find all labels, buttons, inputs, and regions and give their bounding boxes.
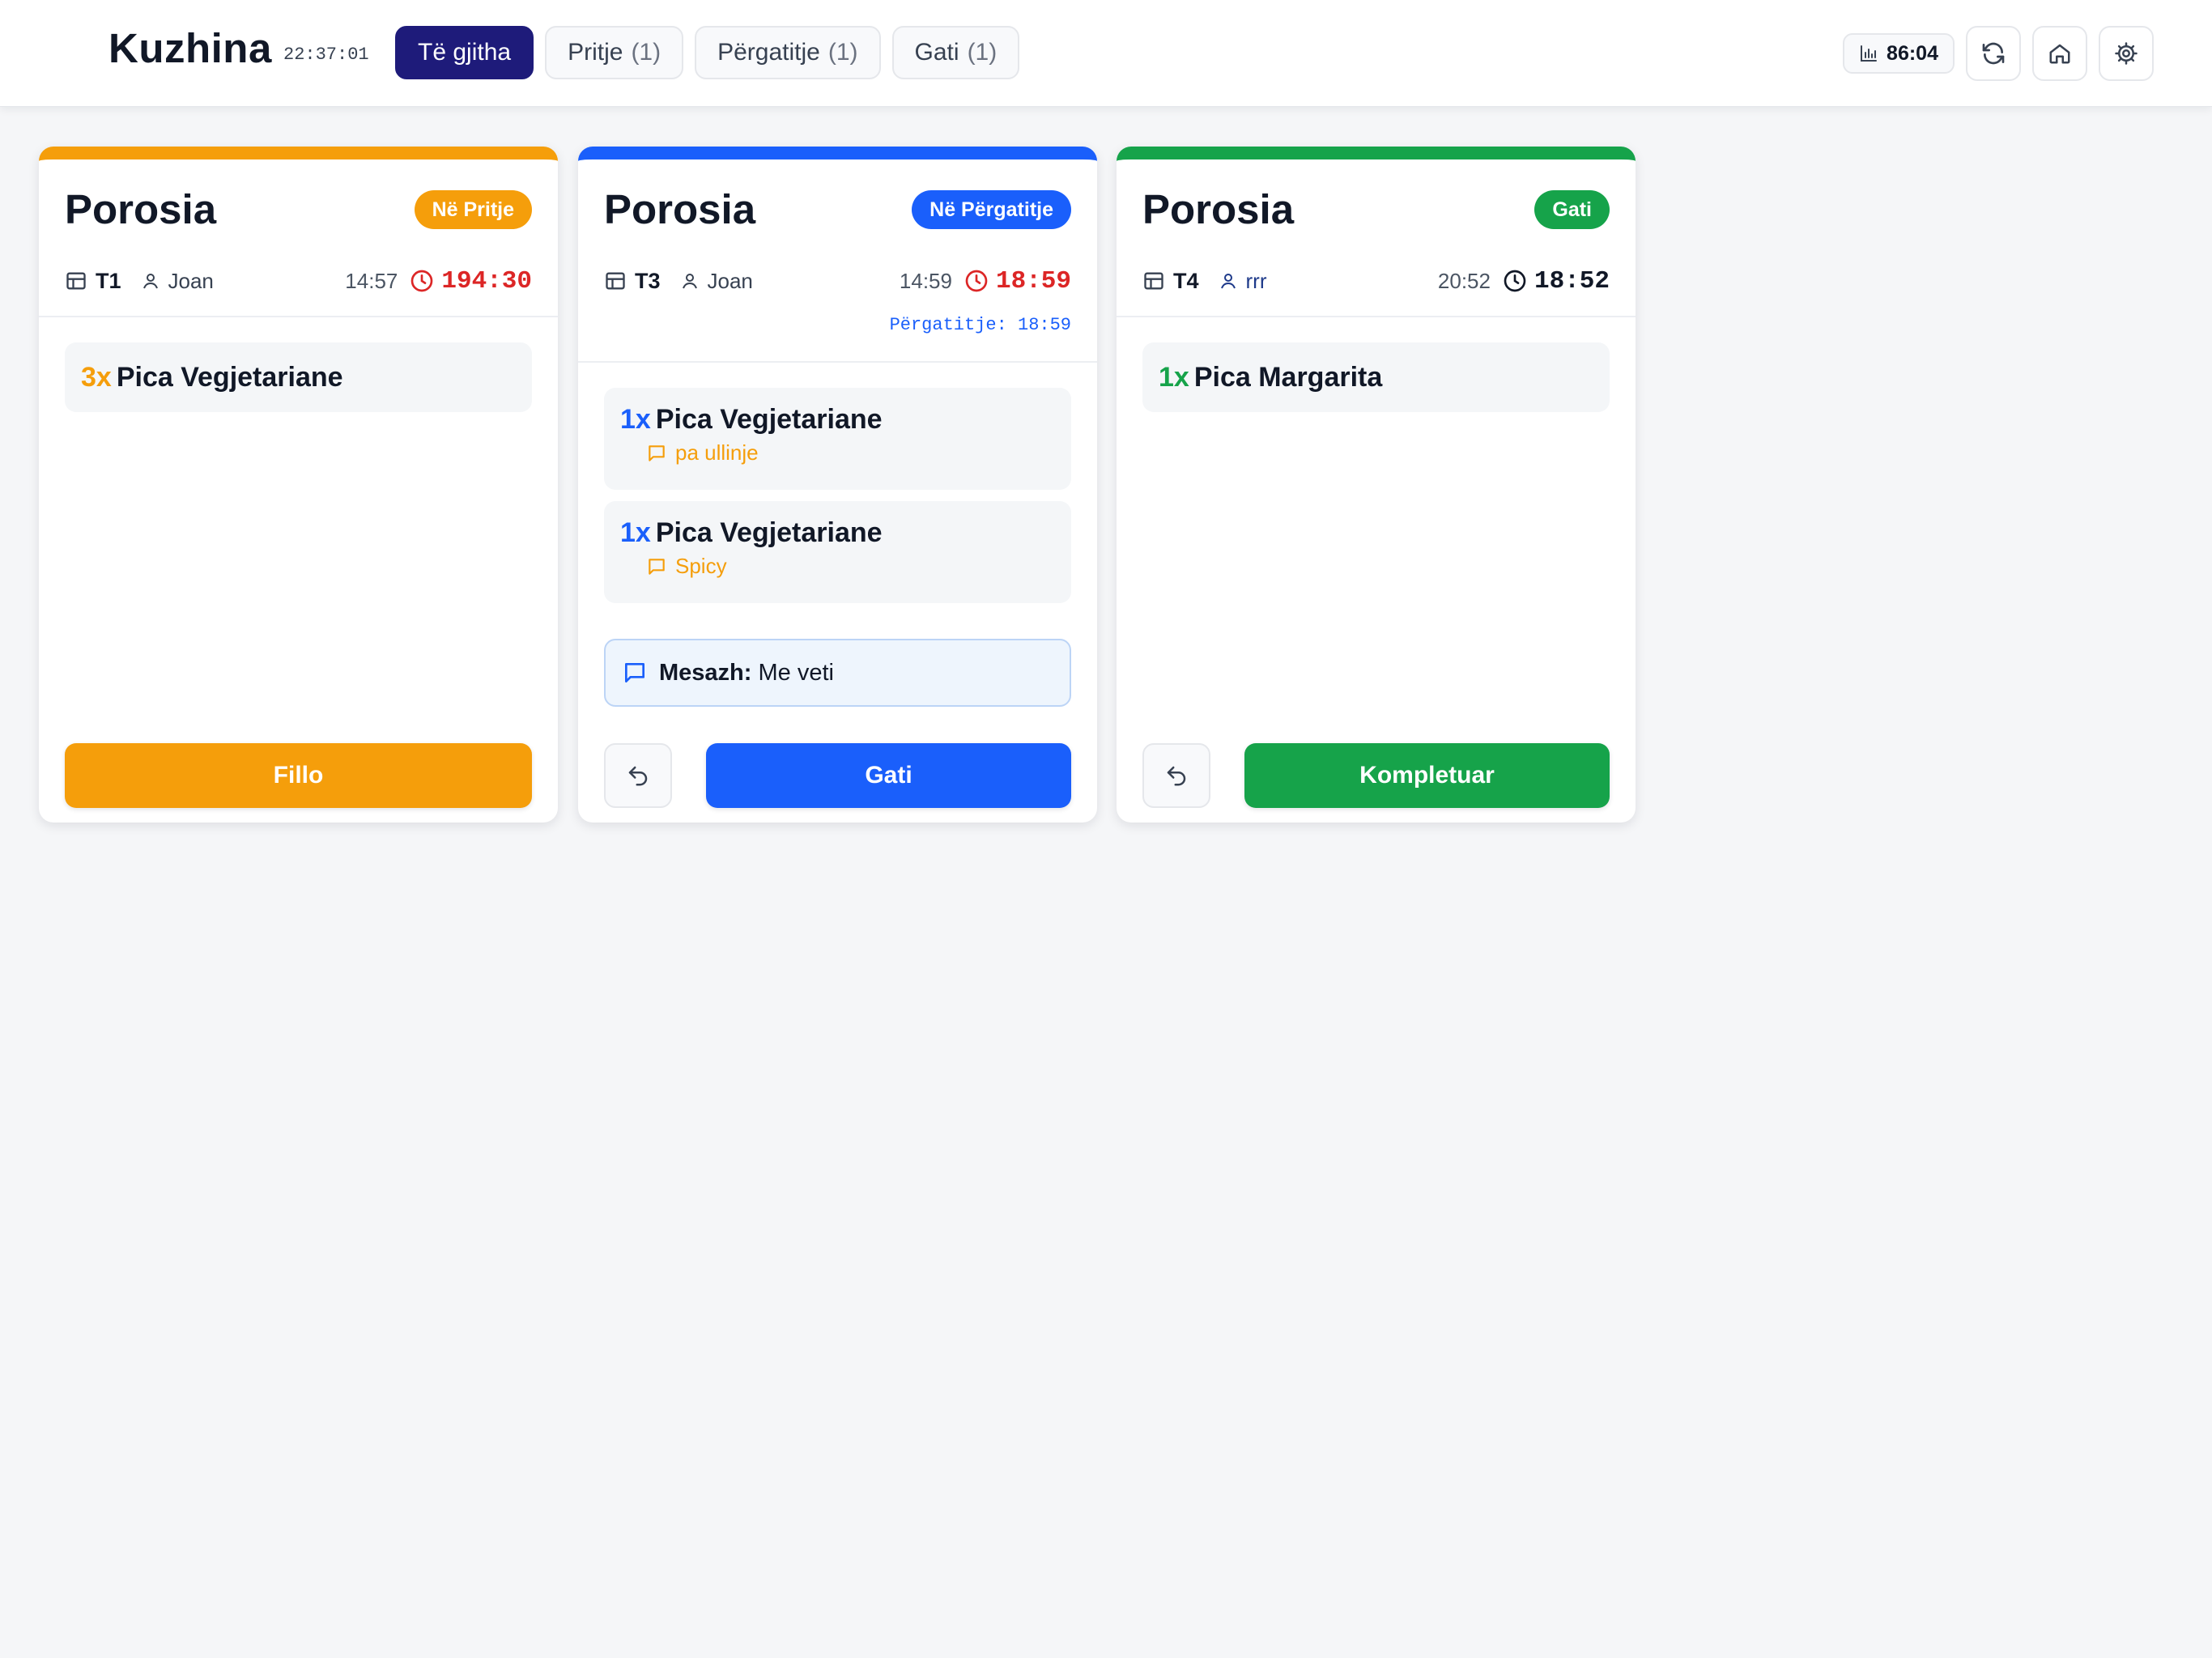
- header-actions: 86:04: [1843, 26, 2154, 81]
- order-title: Porosia: [604, 186, 756, 232]
- divider: [1117, 316, 1636, 317]
- undo-icon: [1164, 763, 1189, 788]
- filter-tabs: Të gjitha Pritje (1) Përgatitje (1) Gati…: [395, 26, 1020, 79]
- item-note: pa ullinje: [646, 440, 1055, 466]
- stats-button[interactable]: 86:04: [1843, 33, 1955, 74]
- table-number: T3: [635, 268, 661, 293]
- gear-icon: [2114, 41, 2138, 66]
- order-meta: T4 rrr 20:52 18:52: [1142, 265, 1610, 297]
- order-time: 14:59: [899, 268, 952, 293]
- home-button[interactable]: [2032, 26, 2087, 81]
- item-name: Pica Margarita: [1193, 361, 1383, 393]
- message-icon: [622, 660, 648, 686]
- divider: [578, 361, 1097, 363]
- item-name: Pica Vegjetariane: [116, 361, 343, 393]
- tab-preparing[interactable]: Përgatitje (1): [695, 26, 881, 79]
- refresh-button[interactable]: [1966, 26, 2021, 81]
- ready-button[interactable]: Gati: [706, 743, 1071, 808]
- start-button[interactable]: Fillo: [65, 743, 532, 808]
- message-text: Me veti: [758, 659, 834, 686]
- waiter-name: Joan: [168, 268, 214, 293]
- order-message: Mesazh: Me veti: [604, 639, 1071, 707]
- refresh-icon: [1980, 40, 2006, 66]
- clock-icon: [1502, 268, 1528, 294]
- card-actions: Fillo: [65, 743, 532, 808]
- table-number: T1: [96, 268, 121, 293]
- tab-ready[interactable]: Gati (1): [891, 26, 1020, 79]
- bar-chart-icon: [1859, 44, 1878, 63]
- status-badge: Gati: [1534, 190, 1610, 229]
- note-text: pa ullinje: [675, 440, 759, 465]
- table-icon: [65, 270, 87, 292]
- order-item: 3x Pica Vegjetariane: [65, 342, 532, 412]
- top-bar: Kuzhina 22:37:01 Të gjitha Pritje (1) Pë…: [0, 0, 2212, 107]
- tab-all[interactable]: Të gjitha: [395, 26, 534, 79]
- undo-button[interactable]: [604, 743, 672, 808]
- item-name: Pica Vegjetariane: [655, 517, 883, 548]
- order-item: 1x Pica Vegjetariane Spicy: [604, 501, 1071, 603]
- comment-icon: [646, 443, 667, 464]
- settings-button[interactable]: [2099, 26, 2154, 81]
- table-number: T4: [1173, 268, 1199, 293]
- elapsed-timer: 194:30: [441, 266, 532, 295]
- clock-icon: [409, 268, 435, 294]
- order-time: 20:52: [1437, 268, 1491, 293]
- current-time: 22:37:01: [283, 45, 369, 65]
- note-text: Spicy: [675, 554, 727, 578]
- order-meta: T3 Joan 14:59 18:59: [604, 265, 1071, 297]
- status-badge: Në Përgatitje: [912, 190, 1071, 229]
- order-time: 14:57: [345, 268, 398, 293]
- page-title: Kuzhina: [108, 25, 272, 71]
- order-card: Porosia Në Pritje T1 Joan 14:57 194:30 3…: [39, 147, 558, 823]
- stats-value: 86:04: [1887, 41, 1938, 65]
- card-actions: Kompletuar: [1142, 743, 1610, 808]
- order-item: 1x Pica Vegjetariane pa ullinje: [604, 388, 1071, 490]
- item-qty: 1x: [620, 517, 651, 548]
- undo-icon: [626, 763, 650, 788]
- waiter-name: rrr: [1245, 268, 1267, 293]
- elapsed-timer: 18:59: [995, 266, 1071, 295]
- user-icon: [1219, 271, 1238, 291]
- divider: [39, 316, 558, 317]
- waiter-name: Joan: [707, 268, 753, 293]
- item-qty: 1x: [1159, 361, 1189, 393]
- item-note: Spicy: [646, 554, 1055, 579]
- complete-button[interactable]: Kompletuar: [1244, 743, 1610, 808]
- home-icon: [2048, 41, 2072, 66]
- message-label: Mesazh:: [659, 659, 752, 686]
- tab-label: Pritje: [568, 39, 623, 66]
- order-card: Porosia Gati T4 rrr 20:52 18:52 1x Pica M…: [1117, 147, 1636, 823]
- order-item: 1x Pica Margarita: [1142, 342, 1610, 412]
- order-title: Porosia: [1142, 186, 1295, 232]
- user-icon: [680, 271, 700, 291]
- table-icon: [604, 270, 627, 292]
- tab-count: (1): [631, 39, 661, 66]
- order-title: Porosia: [65, 186, 217, 232]
- clock-icon: [963, 268, 989, 294]
- card-actions: Gati: [604, 743, 1071, 808]
- tab-label: Përgatitje: [717, 39, 820, 66]
- item-qty: 3x: [81, 361, 112, 393]
- table-icon: [1142, 270, 1165, 292]
- tab-count: (1): [827, 39, 858, 66]
- user-icon: [141, 271, 160, 291]
- tab-label: Gati: [914, 39, 959, 66]
- prep-timer: Përgatitje: 18:59: [889, 315, 1071, 335]
- item-name: Pica Vegjetariane: [655, 404, 883, 435]
- item-qty: 1x: [620, 404, 651, 435]
- tab-pending[interactable]: Pritje (1): [545, 26, 684, 79]
- elapsed-timer: 18:52: [1534, 266, 1610, 295]
- comment-icon: [646, 556, 667, 577]
- undo-button[interactable]: [1142, 743, 1210, 808]
- order-meta: T1 Joan 14:57 194:30: [65, 265, 532, 297]
- tab-count: (1): [967, 39, 998, 66]
- order-card: Porosia Në Përgatitje T3 Joan 14:59 18:5…: [578, 147, 1097, 823]
- tab-label: Të gjitha: [418, 39, 512, 66]
- status-badge: Në Pritje: [414, 190, 532, 229]
